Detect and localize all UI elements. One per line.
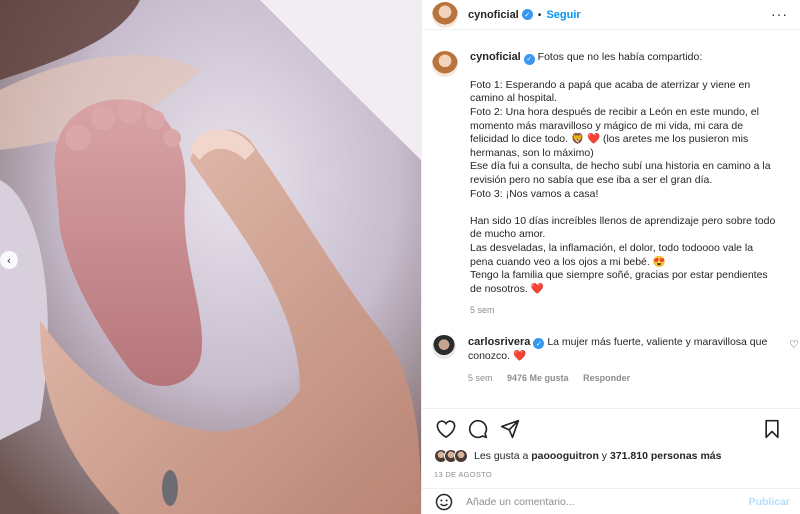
caption-timestamp[interactable]: 5 sem bbox=[470, 305, 495, 315]
author-username[interactable]: cynoficial bbox=[468, 9, 519, 21]
caption-line: Ese día fui a consulta, de hecho subí un… bbox=[470, 160, 771, 173]
post-side-panel: cynoficial ✓ • Seguir ··· cynoficial ✓ Fo… bbox=[421, 0, 800, 514]
caption-intro: Fotos que no les había compartido: bbox=[537, 51, 703, 63]
post-date[interactable]: 13 DE AGOSTO bbox=[434, 470, 492, 479]
comment-body: carlosrivera ✓ La mujer más fuerte, valie… bbox=[468, 335, 784, 386]
publish-comment-button[interactable]: Publicar bbox=[749, 496, 790, 508]
likes-text: Les gusta a paoooguitron y 371.810 perso… bbox=[474, 450, 721, 462]
add-comment-bar: Añade un comentario... Publicar bbox=[422, 488, 800, 514]
likes-middle: y bbox=[598, 450, 610, 462]
verified-badge-icon: ✓ bbox=[521, 9, 533, 20]
caption-meta: 5 sem bbox=[470, 304, 790, 318]
verified-badge-icon: ✓ bbox=[523, 54, 535, 66]
comment-text-continued: conozco. ❤️ bbox=[468, 350, 527, 363]
like-heart-icon[interactable] bbox=[434, 417, 458, 441]
caption-line: camino al hospital. bbox=[470, 92, 557, 105]
commenter-username[interactable]: carlosrivera bbox=[468, 336, 530, 348]
add-comment-input[interactable]: Añade un comentario... bbox=[466, 496, 575, 508]
bookmark-save-icon[interactable] bbox=[760, 417, 784, 441]
caption-line: Han sido 10 días increíbles llenos de ap… bbox=[470, 214, 776, 227]
post-caption: cynoficial ✓ Fotos que no les había compa… bbox=[422, 31, 800, 318]
caption-line: Las desveladas, la inflamación, el dolor… bbox=[470, 242, 754, 255]
caption-line: Foto 2: Una hora después de recibir a Le… bbox=[470, 106, 759, 119]
caption-line: Foto 3: ¡Nos vamos a casa! bbox=[470, 187, 599, 200]
caption-line: revisión pero no sabía que ese iba a ser… bbox=[470, 174, 713, 187]
likes-user-link[interactable]: paoooguitron bbox=[531, 450, 599, 462]
emoji-icon[interactable] bbox=[434, 492, 454, 512]
share-send-icon[interactable] bbox=[498, 417, 522, 441]
caption-line: de mucho amor. bbox=[470, 228, 546, 241]
liker-avatar bbox=[454, 449, 468, 463]
caption-author-avatar[interactable] bbox=[432, 51, 458, 77]
post-header: cynoficial ✓ • Seguir ··· bbox=[422, 0, 800, 30]
comment-meta: 5 sem 9476 Me gusta Responder bbox=[468, 371, 784, 385]
comment-likes[interactable]: 9476 Me gusta bbox=[507, 373, 569, 383]
author-avatar[interactable] bbox=[432, 1, 458, 28]
caption-line: hermanas, son lo máximo) bbox=[470, 146, 594, 159]
baby-foot-photo bbox=[0, 0, 421, 514]
separator-dot: • bbox=[537, 8, 542, 21]
comment-item: carlosrivera ✓ La mujer más fuerte, valie… bbox=[422, 318, 800, 386]
post-viewer: ‹ cynoficial ✓ • Seguir ··· cynoficial ✓ … bbox=[0, 0, 800, 514]
likes-prefix: Les gusta a bbox=[474, 450, 532, 462]
comment-timestamp[interactable]: 5 sem bbox=[468, 373, 493, 383]
commenter-avatar[interactable] bbox=[432, 334, 456, 359]
caption-line: de nosotros. ❤️ bbox=[470, 282, 544, 295]
caption-body: cynoficial ✓ Fotos que no les había compa… bbox=[470, 51, 790, 318]
likes-summary: Les gusta a paoooguitron y 371.810 perso… bbox=[434, 449, 721, 463]
likes-count-link[interactable]: 371.810 personas más bbox=[610, 450, 722, 462]
caption-line: momento más maravilloso y mágico de mi v… bbox=[470, 119, 744, 132]
comment-bubble-icon[interactable] bbox=[466, 417, 490, 441]
caption-username[interactable]: cynoficial bbox=[470, 51, 521, 63]
more-options-icon[interactable]: ··· bbox=[771, 6, 788, 22]
caption-line: pena cuando veo a los ojos a mi bebé. 😍 bbox=[470, 255, 666, 268]
post-actions bbox=[422, 408, 800, 448]
verified-badge-icon: ✓ bbox=[533, 338, 545, 350]
follow-button[interactable]: Seguir bbox=[546, 9, 580, 21]
comment-heart-icon[interactable]: ♡ bbox=[789, 338, 799, 351]
post-photo: ‹ bbox=[0, 0, 421, 514]
reply-button[interactable]: Responder bbox=[583, 373, 630, 383]
caption-line: Foto 1: Esperando a papá que acaba de at… bbox=[470, 78, 751, 91]
comment-text: La mujer más fuerte, valiente y maravill… bbox=[547, 335, 768, 348]
caption-line: Tengo la familia que siempre soñé, graci… bbox=[470, 269, 768, 282]
carousel-prev-button[interactable]: ‹ bbox=[0, 251, 18, 269]
caption-line: felicidad lo dice todo. 🦁 ❤️ (los aretes… bbox=[470, 133, 749, 146]
comments-scroll-area[interactable]: cynoficial ✓ Fotos que no les había compa… bbox=[422, 31, 800, 407]
